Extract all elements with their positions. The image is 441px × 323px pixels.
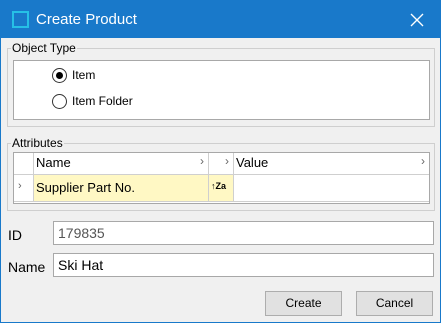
dialog-title: Create Product <box>36 11 137 28</box>
title-bar[interactable]: Create Product <box>1 1 440 38</box>
id-field: 179835 <box>53 221 434 245</box>
attribute-name-text: Supplier Part No. <box>36 180 135 195</box>
object-type-legend: Object Type <box>12 41 76 55</box>
chevron-right-icon: › <box>225 154 229 168</box>
cell-attribute-value[interactable] <box>234 175 429 202</box>
object-type-options: Item Item Folder <box>13 60 430 120</box>
name-input[interactable]: Ski Hat <box>53 253 434 277</box>
id-label: ID <box>8 227 22 243</box>
name-label: Name <box>8 259 46 275</box>
attributes-legend: Attributes <box>12 136 63 150</box>
attributes-grid: Name › › Value › › Supplier Part No. ↑Za <box>13 152 430 204</box>
cancel-button[interactable]: Cancel <box>356 291 433 316</box>
grid-corner <box>14 153 34 175</box>
create-product-dialog: Create Product Object Type Item Item Fol… <box>0 0 441 323</box>
radio-item-label: Item <box>72 68 96 82</box>
az-sort-icon: ↑Za <box>211 181 227 191</box>
radio-button[interactable] <box>52 94 67 109</box>
row-header[interactable]: › <box>14 175 34 202</box>
create-button[interactable]: Create <box>265 291 342 316</box>
cell-attribute-name[interactable]: Supplier Part No. <box>34 175 209 202</box>
radio-dot-icon <box>56 72 63 79</box>
chevron-right-icon: › <box>421 154 425 168</box>
radio-item-folder-label: Item Folder <box>72 94 133 108</box>
close-icon <box>410 13 424 27</box>
column-header-type[interactable]: › <box>209 153 234 175</box>
window-icon <box>12 11 29 28</box>
close-button[interactable] <box>394 1 440 38</box>
column-header-name-label: Name <box>36 155 71 170</box>
cell-attribute-type[interactable]: ↑Za <box>209 175 234 202</box>
row-indicator-icon: › <box>18 180 22 192</box>
column-header-value-label: Value <box>236 155 269 170</box>
column-header-name[interactable]: Name › <box>34 153 209 175</box>
column-header-value[interactable]: Value › <box>234 153 429 175</box>
chevron-right-icon: › <box>200 154 204 168</box>
radio-button-selected[interactable] <box>52 68 67 83</box>
